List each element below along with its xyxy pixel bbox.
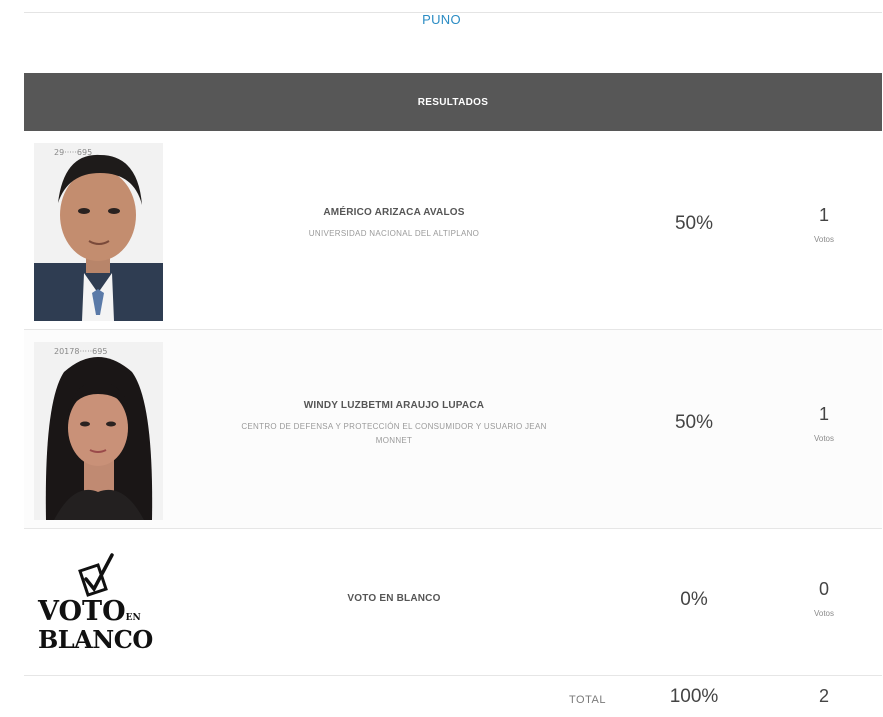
blank-vote-percent: 0%	[680, 589, 708, 610]
region-title: PUNO	[422, 12, 461, 27]
candidate-photo: 29·····695	[34, 143, 163, 321]
candidate-organization: CENTRO DE DEFENSA Y PROTECCIÓN EL CONSUM…	[241, 422, 547, 445]
results-table: RESULTADOS 29·····695 AMÉRICO ARIZACA AV…	[24, 73, 882, 716]
blank-vote-name: VOTO EN BLANCO	[347, 593, 441, 604]
candidate-organization: UNIVERSIDAD NACIONAL DEL ALTIPLANO	[308, 229, 480, 238]
candidate-name: WINDY LUZBETMI ARAUJO LUPACA	[303, 400, 485, 411]
total-votes: 2	[818, 686, 829, 706]
total-label: TOTAL	[569, 694, 606, 706]
candidate-info: WINDY LUZBETMI ARAUJO LUPACA CENTRO DE D…	[174, 400, 614, 448]
total-percent: 100%	[669, 686, 719, 707]
checkbox-vote-icon	[78, 553, 114, 597]
candidate-info: AMÉRICO ARIZACA AVALOS UNIVERSIDAD NACIO…	[174, 207, 614, 241]
blank-vote-votes: 0	[818, 579, 829, 599]
candidate-row: 20178·····695 WINDY LUZBETMI ARAUJO LUPA…	[24, 330, 882, 529]
results-page: PUNO RESULTADOS 29·····695 AMÉRICO ARIZA…	[0, 0, 883, 717]
results-header: RESULTADOS	[24, 73, 882, 131]
candidate-row: 29·····695 AMÉRICO ARIZACA AVALOS UNIVER…	[24, 131, 882, 330]
logo-text-small: EN	[125, 613, 141, 623]
candidate-percent: 50%	[674, 412, 714, 433]
svg-text:20178·····695: 20178·····695	[54, 347, 107, 356]
votes-label: Votos	[813, 235, 834, 244]
candidate-votes: 1	[818, 205, 829, 225]
logo-text: VOTO	[38, 596, 126, 627]
candidate-votes: 1	[818, 404, 829, 424]
blank-vote-row: VOTOEN BLANCO VOTO EN BLANCO 0% 0 Votos	[24, 529, 882, 676]
total-row: TOTAL 100% 2	[24, 676, 882, 716]
logo-text: BLANCO	[38, 625, 153, 654]
candidate-photo: 20178·····695	[34, 342, 163, 520]
blank-vote-info: VOTO EN BLANCO	[174, 593, 614, 604]
candidate-name: AMÉRICO ARIZACA AVALOS	[323, 207, 465, 218]
votes-label: Votos	[813, 434, 834, 443]
svg-text:29·····695: 29·····695	[54, 148, 92, 157]
votes-label: Votos	[813, 609, 834, 618]
candidate-percent: 50%	[674, 213, 714, 234]
blank-vote-logo: VOTOEN BLANCO	[36, 549, 166, 659]
